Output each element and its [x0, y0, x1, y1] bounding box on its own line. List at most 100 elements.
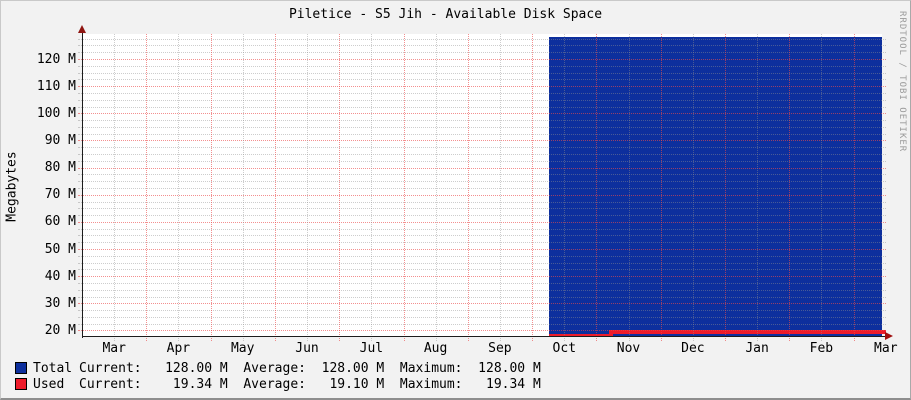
gridline-minor-h — [78, 161, 886, 162]
gridline-minor-h — [78, 147, 886, 148]
gridline-minor-h — [78, 283, 886, 284]
x-tick-label: Feb — [789, 341, 853, 356]
gridline-major-h — [78, 195, 886, 196]
gridline-minor-h — [78, 154, 886, 155]
x-tick-label: Aug — [404, 341, 468, 356]
gridline-major-v — [468, 34, 469, 341]
gridline-minor-h — [78, 73, 886, 74]
gridline-major-h — [78, 303, 886, 304]
total-area — [549, 37, 882, 336]
gridline-major-h — [78, 86, 886, 87]
y-axis-arrow-icon — [78, 25, 86, 33]
plot-area — [82, 34, 882, 336]
x-axis-arrow-icon — [885, 332, 893, 340]
x-tick-label: Jul — [339, 341, 403, 356]
legend-total-label: Total — [33, 361, 79, 376]
gridline-major-v — [404, 34, 405, 341]
total-swatch-icon — [15, 362, 27, 374]
legend: Total Current: 128.00 M Average: 128.00 … — [15, 360, 541, 392]
x-tick-label: Mar — [854, 341, 911, 356]
gridline-major-v — [146, 34, 147, 341]
rrdtool-watermark: RRDTOOL / TOBI OETIKER — [897, 11, 907, 152]
gridline-major-h — [78, 113, 886, 114]
gridline-minor-h — [78, 174, 886, 175]
y-tick-label: 120 M — [6, 52, 76, 67]
y-tick-label: 90 M — [6, 133, 76, 148]
y-tick-label: 100 M — [6, 106, 76, 121]
gridline-minor-h — [78, 66, 886, 67]
y-tick-label: 70 M — [6, 187, 76, 202]
gridline-minor-h — [78, 290, 886, 291]
gridline-minor-h — [78, 208, 886, 209]
x-tick-label: Oct — [532, 341, 596, 356]
legend-row-total: Total Current: 128.00 M Average: 128.00 … — [15, 360, 541, 376]
gridline-major-v — [339, 34, 340, 341]
gridline-minor-h — [78, 45, 886, 46]
gridline-minor-h — [78, 229, 886, 230]
x-tick-label: Mar — [82, 341, 146, 356]
x-axis-line — [82, 336, 886, 337]
y-tick-label: 80 M — [6, 160, 76, 175]
y-axis-line — [82, 29, 83, 338]
gridline-major-h — [78, 59, 886, 60]
gridline-major-h — [78, 168, 886, 169]
gridline-minor-h — [78, 202, 886, 203]
gridline-minor-h — [78, 297, 886, 298]
gridline-minor-h — [78, 120, 886, 121]
legend-total-stats: Current: 128.00 M Average: 128.00 M Maxi… — [79, 361, 541, 376]
gridline-minor-h — [78, 269, 886, 270]
gridline-major-v — [661, 34, 662, 341]
gridline-minor-h — [78, 100, 886, 101]
gridline-major-v — [532, 34, 533, 341]
gridline-minor-h — [78, 188, 886, 189]
legend-used-label: Used — [33, 377, 79, 392]
x-tick-label: Sep — [468, 341, 532, 356]
gridline-minor-h — [78, 310, 886, 311]
gridline-major-h — [78, 140, 886, 141]
gridline-minor-h — [78, 181, 886, 182]
gridline-major-h — [78, 222, 886, 223]
y-tick-label: 30 M — [6, 296, 76, 311]
gridline-major-v — [596, 34, 597, 341]
gridline-major-v — [854, 34, 855, 341]
gridline-minor-v — [629, 34, 630, 341]
y-tick-label: 60 M — [6, 214, 76, 229]
x-tick-label: Apr — [146, 341, 210, 356]
gridline-minor-v — [821, 34, 822, 341]
legend-row-used: Used Current: 19.34 M Average: 19.10 M M… — [15, 376, 541, 392]
gridline-major-v — [211, 34, 212, 341]
x-tick-label: May — [211, 341, 275, 356]
x-tick-label: Nov — [597, 341, 661, 356]
gridline-minor-v — [757, 34, 758, 341]
gridline-minor-v — [693, 34, 694, 341]
used-swatch-icon — [15, 378, 27, 390]
gridline-minor-v — [371, 34, 372, 341]
x-tick-label: Jun — [275, 341, 339, 356]
y-tick-label: 20 M — [6, 323, 76, 338]
gridline-major-h — [78, 330, 886, 331]
gridline-minor-h — [78, 324, 886, 325]
gridline-minor-h — [78, 256, 886, 257]
y-tick-label: 50 M — [6, 242, 76, 257]
gridline-minor-v — [564, 34, 565, 341]
gridline-minor-v — [307, 34, 308, 341]
gridline-major-v — [275, 34, 276, 341]
gridline-minor-h — [78, 317, 886, 318]
legend-used-stats: Current: 19.34 M Average: 19.10 M Maximu… — [79, 377, 541, 392]
gridline-minor-h — [78, 79, 886, 80]
gridline-minor-h — [78, 39, 886, 40]
gridline-minor-v — [114, 34, 115, 341]
gridline-major-h — [78, 276, 886, 277]
gridline-minor-v — [436, 34, 437, 341]
gridline-minor-h — [78, 134, 886, 135]
gridline-minor-v — [178, 34, 179, 341]
gridline-minor-h — [78, 263, 886, 264]
gridline-minor-h — [78, 93, 886, 94]
gridline-major-v — [725, 34, 726, 341]
gridline-minor-h — [78, 242, 886, 243]
gridline-minor-v — [500, 34, 501, 341]
gridline-major-v — [789, 34, 790, 341]
rrdtool-graph: Piletice - S5 Jih - Available Disk Space… — [0, 0, 911, 400]
gridline-minor-h — [78, 235, 886, 236]
graph-title: Piletice - S5 Jih - Available Disk Space — [1, 7, 890, 22]
